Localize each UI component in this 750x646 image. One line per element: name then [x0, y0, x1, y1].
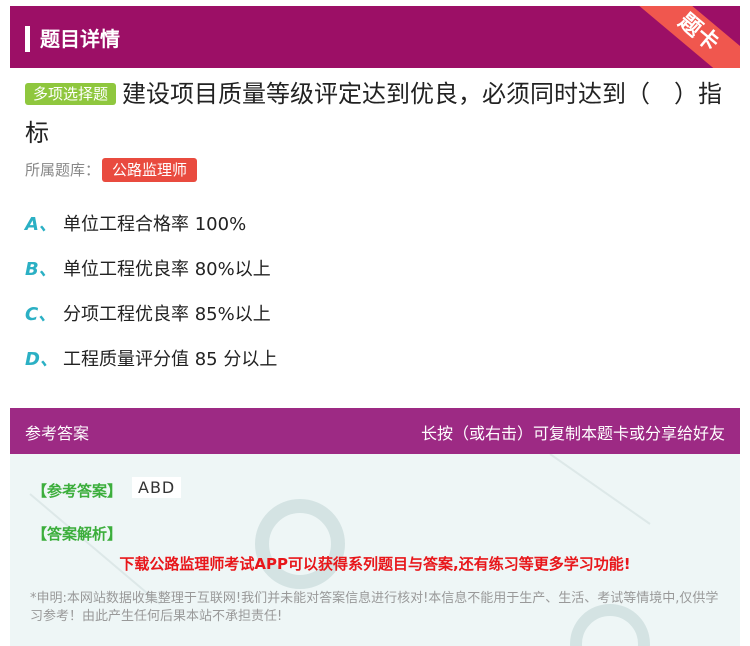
reference-answer-label: 【参考答案】 — [32, 482, 123, 500]
option-text: 分项工程优良率 85%以上 — [63, 304, 271, 325]
answer-panel: 【参考答案】 ABD 【答案解析】 下载公路监理师考试APP可以获得系列题目与答… — [10, 454, 740, 646]
question-text: 多项选择题 建设项目质量等级评定达到优良，必须同时达到（ ）指 — [25, 80, 725, 108]
bank-badge[interactable]: 公路监理师 — [102, 158, 198, 182]
option-letter: C、 — [25, 304, 57, 325]
header-accent-bar — [25, 26, 30, 52]
reference-answer-value: ABD — [132, 477, 182, 498]
copy-share-hint: 长按（或右击）可复制本题卡或分享给好友 — [420, 424, 725, 443]
answer-bar: 参考答案 长按（或右击）可复制本题卡或分享给好友 — [10, 408, 740, 454]
option-c[interactable]: C、 分项工程优良率 85%以上 — [25, 302, 271, 328]
option-a[interactable]: A、 单位工程合格率 100% — [25, 212, 246, 238]
option-text: 单位工程合格率 100% — [63, 214, 247, 235]
answer-analysis-label: 【答案解析】 — [32, 525, 123, 543]
option-text: 工程质量评分值 85 分以上 — [63, 349, 278, 370]
answer-bar-title: 参考答案 — [25, 424, 90, 443]
option-text: 单位工程优良率 80%以上 — [63, 259, 271, 280]
header: 题目详情 题卡 — [10, 6, 740, 68]
option-letter: D、 — [25, 349, 58, 370]
disclaimer: *申明:本网站数据收集整理于互联网!我们并未能对答案信息进行核对!本信息不能用于… — [30, 591, 719, 624]
question-text-line2: 标 — [25, 119, 49, 147]
app-download-link[interactable]: 下载公路监理师考试APP可以获得系列题目与答案,还有练习等更多学习功能! — [10, 553, 740, 574]
bank-label: 所属题库： — [25, 161, 101, 179]
question-type-badge: 多项选择题 — [25, 83, 117, 105]
question-card: 题目详情 题卡 多项选择题 建设项目质量等级评定达到优良，必须同时达到（ ）指 标… — [10, 0, 740, 646]
option-letter: A、 — [25, 214, 57, 235]
option-b[interactable]: B、 单位工程优良率 80%以上 — [25, 257, 271, 283]
option-letter: B、 — [25, 259, 57, 280]
option-d[interactable]: D、 工程质量评分值 85 分以上 — [25, 347, 277, 373]
question-text-line1: 建设项目质量等级评定达到优良，必须同时达到（ ）指 — [122, 80, 723, 108]
card-ribbon: 题卡 — [625, 6, 740, 68]
question-bank: 所属题库： 公路监理师 — [25, 158, 198, 182]
page-title: 题目详情 — [40, 27, 120, 51]
